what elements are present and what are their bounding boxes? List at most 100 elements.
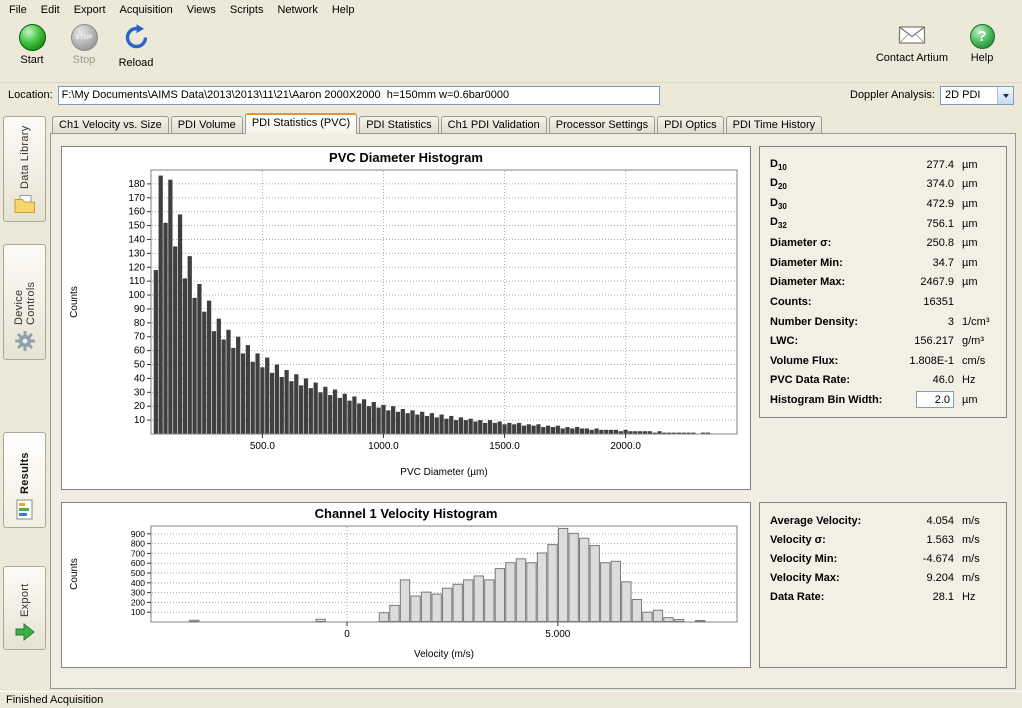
help-icon: ? [970,24,995,49]
svg-text:70: 70 [134,332,146,343]
svg-text:20: 20 [134,401,146,412]
tab-processor-settings[interactable]: Processor Settings [549,116,655,133]
stat-row-velocity-sigma: Velocity σ: 1.563 m/s [770,530,998,549]
pvc-diameter-histogram-chart: 1020304050607080901001101201301401501601… [63,166,749,480]
reload-label: Reload [119,57,154,69]
menu-edit[interactable]: Edit [34,2,67,18]
svg-text:1000.0: 1000.0 [368,441,399,452]
svg-text:500: 500 [131,568,145,578]
stat-row-d32: D32 756.1 µm [770,214,998,234]
folder-icon [14,194,36,217]
stop-button[interactable]: STOP Stop [62,22,106,68]
menu-network[interactable]: Network [270,2,324,18]
tab-strip: Ch1 Velocity vs. Size PDI Volume PDI Sta… [50,112,1016,133]
start-label: Start [20,54,43,66]
help-label: Help [971,52,994,64]
stat-row-d20: D20 374.0 µm [770,175,998,195]
svg-text:600: 600 [131,558,145,568]
stop-label: Stop [73,54,96,66]
tab-ch1-velocity-vs-size[interactable]: Ch1 Velocity vs. Size [52,116,169,133]
svg-text:PVC Diameter (µm): PVC Diameter (µm) [400,467,487,478]
svg-text:5.000: 5.000 [545,629,570,640]
location-row: Location: Doppler Analysis: 2D PDI [0,82,1022,107]
sidebar-item-export[interactable]: Export [3,566,46,650]
svg-text:180: 180 [128,179,145,190]
menu-scripts[interactable]: Scripts [223,2,271,18]
sidebar-item-device-controls[interactable]: Device Controls [3,244,46,360]
stat-row-diameter-max: Diameter Max: 2467.9 µm [770,273,998,293]
sidebar-item-data-library[interactable]: Data Library [3,116,46,222]
histogram-bin-width-input[interactable] [916,391,954,408]
stat-row-data-rate: Data Rate: 28.1 Hz [770,587,998,606]
stop-icon: STOP [71,24,98,51]
sidebar-item-results[interactable]: Results [3,432,46,528]
status-bar: Finished Acquisition [0,691,1022,708]
doppler-analysis-select[interactable]: 2D PDI [940,86,1014,105]
location-input[interactable] [58,86,660,105]
svg-text:2000.0: 2000.0 [610,441,641,452]
toolbar-right: Contact Artium ? Help [872,22,1012,66]
tab-pdi-optics[interactable]: PDI Optics [657,116,724,133]
velocity-statistics-panel: Average Velocity: 4.054 m/s Velocity σ: … [759,502,1007,668]
velocity-histogram-chart: 10020030040050060070080090005.000CountsV… [63,522,749,662]
svg-text:Counts: Counts [69,286,80,318]
stat-row-number-density: Number Density: 3 1/cm³ [770,312,998,332]
svg-text:1500.0: 1500.0 [489,441,520,452]
stat-row-velocity-min: Velocity Min: -4.674 m/s [770,549,998,568]
svg-text:100: 100 [128,290,145,301]
tab-ch1-pdi-validation[interactable]: Ch1 PDI Validation [441,116,547,133]
tab-pdi-volume[interactable]: PDI Volume [171,116,243,133]
help-button[interactable]: ? Help [960,22,1004,66]
menu-views[interactable]: Views [180,2,223,18]
svg-text:120: 120 [128,262,145,273]
svg-text:60: 60 [134,346,146,357]
svg-text:80: 80 [134,318,146,329]
main-area: Data Library Device Controls [0,108,1022,691]
export-arrow-icon [14,622,36,645]
location-label: Location: [8,89,53,101]
chevron-down-icon [1003,94,1009,101]
contact-artium-button[interactable]: Contact Artium [872,22,952,66]
stat-row-diameter-sigma: Diameter σ: 250.8 µm [770,233,998,253]
svg-text:170: 170 [128,193,145,204]
sidebar: Data Library Device Controls [3,112,46,650]
svg-text:130: 130 [128,248,145,259]
pvc-chart-title: PVC Diameter Histogram [62,147,750,165]
reload-icon [123,24,150,54]
dropdown-arrow-button[interactable] [997,87,1013,104]
content-area: Ch1 Velocity vs. Size PDI Volume PDI Sta… [50,112,1016,689]
menu-bar: File Edit Export Acquisition Views Scrip… [0,0,1022,19]
svg-text:400: 400 [131,578,145,588]
menu-export[interactable]: Export [67,2,113,18]
menu-help[interactable]: Help [325,2,362,18]
svg-text:10: 10 [134,415,146,426]
tab-pdi-statistics-pvc[interactable]: PDI Statistics (PVC) [245,113,357,134]
start-button[interactable]: Start [10,22,54,68]
toolbar: Start STOP Stop Reload Contact Artium [0,19,1022,82]
svg-text:100: 100 [131,607,145,617]
stat-row-histogram-bin-width: Histogram Bin Width: µm [770,390,998,410]
svg-text:150: 150 [128,221,145,232]
contact-artium-label: Contact Artium [876,52,948,64]
reload-button[interactable]: Reload [114,22,158,71]
svg-text:500.0: 500.0 [250,441,275,452]
status-text: Finished Acquisition [6,694,103,706]
tab-pdi-statistics[interactable]: PDI Statistics [359,116,438,133]
svg-text:30: 30 [134,387,146,398]
stat-row-velocity-max: Velocity Max: 9.204 m/s [770,568,998,587]
tab-pdi-time-history[interactable]: PDI Time History [726,116,823,133]
stat-row-d30: D30 472.9 µm [770,194,998,214]
menu-acquisition[interactable]: Acquisition [113,2,180,18]
svg-text:700: 700 [131,548,145,558]
stat-row-volume-flux: Volume Flux: 1.808E-1 cm/s [770,351,998,371]
doppler-analysis-label: Doppler Analysis: [850,89,935,101]
pvc-diameter-histogram-panel: PVC Diameter Histogram 10203040506070809… [61,146,751,490]
stat-row-counts: Counts: 16351 [770,292,998,312]
start-icon [19,24,46,51]
doppler-analysis-value: 2D PDI [945,89,980,101]
stat-row-lwc: LWC: 156.217 g/m³ [770,331,998,351]
stat-row-average-velocity: Average Velocity: 4.054 m/s [770,511,998,530]
menu-file[interactable]: File [2,2,34,18]
svg-text:160: 160 [128,207,145,218]
svg-text:200: 200 [131,597,145,607]
